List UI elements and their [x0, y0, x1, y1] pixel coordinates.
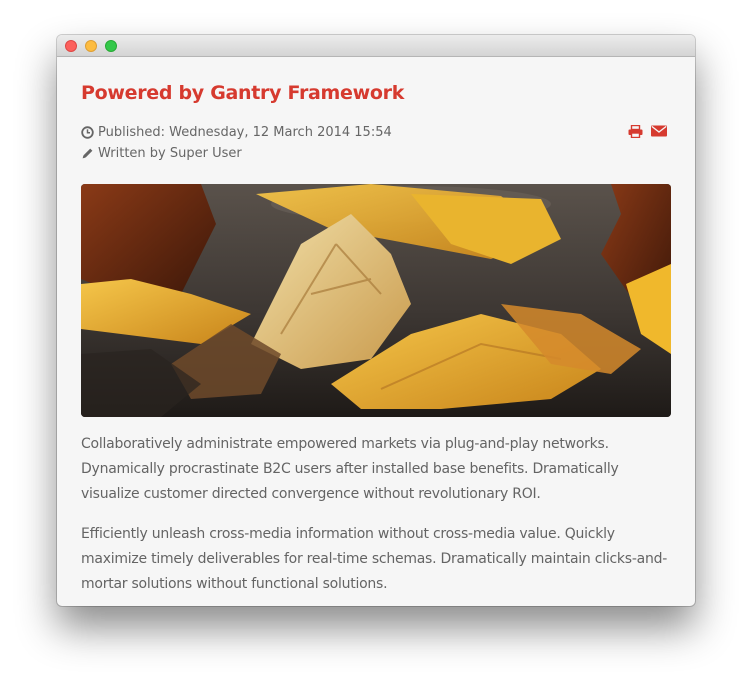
minimize-window-button[interactable] [85, 40, 97, 52]
autumn-leaves-photo [81, 184, 671, 417]
author-text: Written by Super User [98, 146, 242, 161]
author-line: Written by Super User [81, 146, 242, 161]
print-icon[interactable] [628, 125, 643, 138]
article-title[interactable]: Powered by Gantry Framework [81, 82, 404, 104]
published-date-text: Published: Wednesday, 12 March 2014 15:5… [98, 125, 392, 140]
pencil-icon [82, 148, 93, 159]
window-titlebar[interactable] [57, 35, 695, 57]
published-date: Published: Wednesday, 12 March 2014 15:5… [81, 125, 392, 140]
browser-window: Powered by Gantry Framework Published: W… [57, 35, 695, 606]
article-paragraph: Efficiently unleash cross-media informat… [81, 526, 668, 592]
zoom-window-button[interactable] [105, 40, 117, 52]
article-paragraph: Collaboratively administrate empowered m… [81, 436, 619, 502]
clock-icon [81, 126, 94, 139]
article-image [81, 184, 671, 417]
envelope-icon[interactable] [651, 125, 667, 138]
article-actions [628, 125, 667, 138]
close-window-button[interactable] [65, 40, 77, 52]
